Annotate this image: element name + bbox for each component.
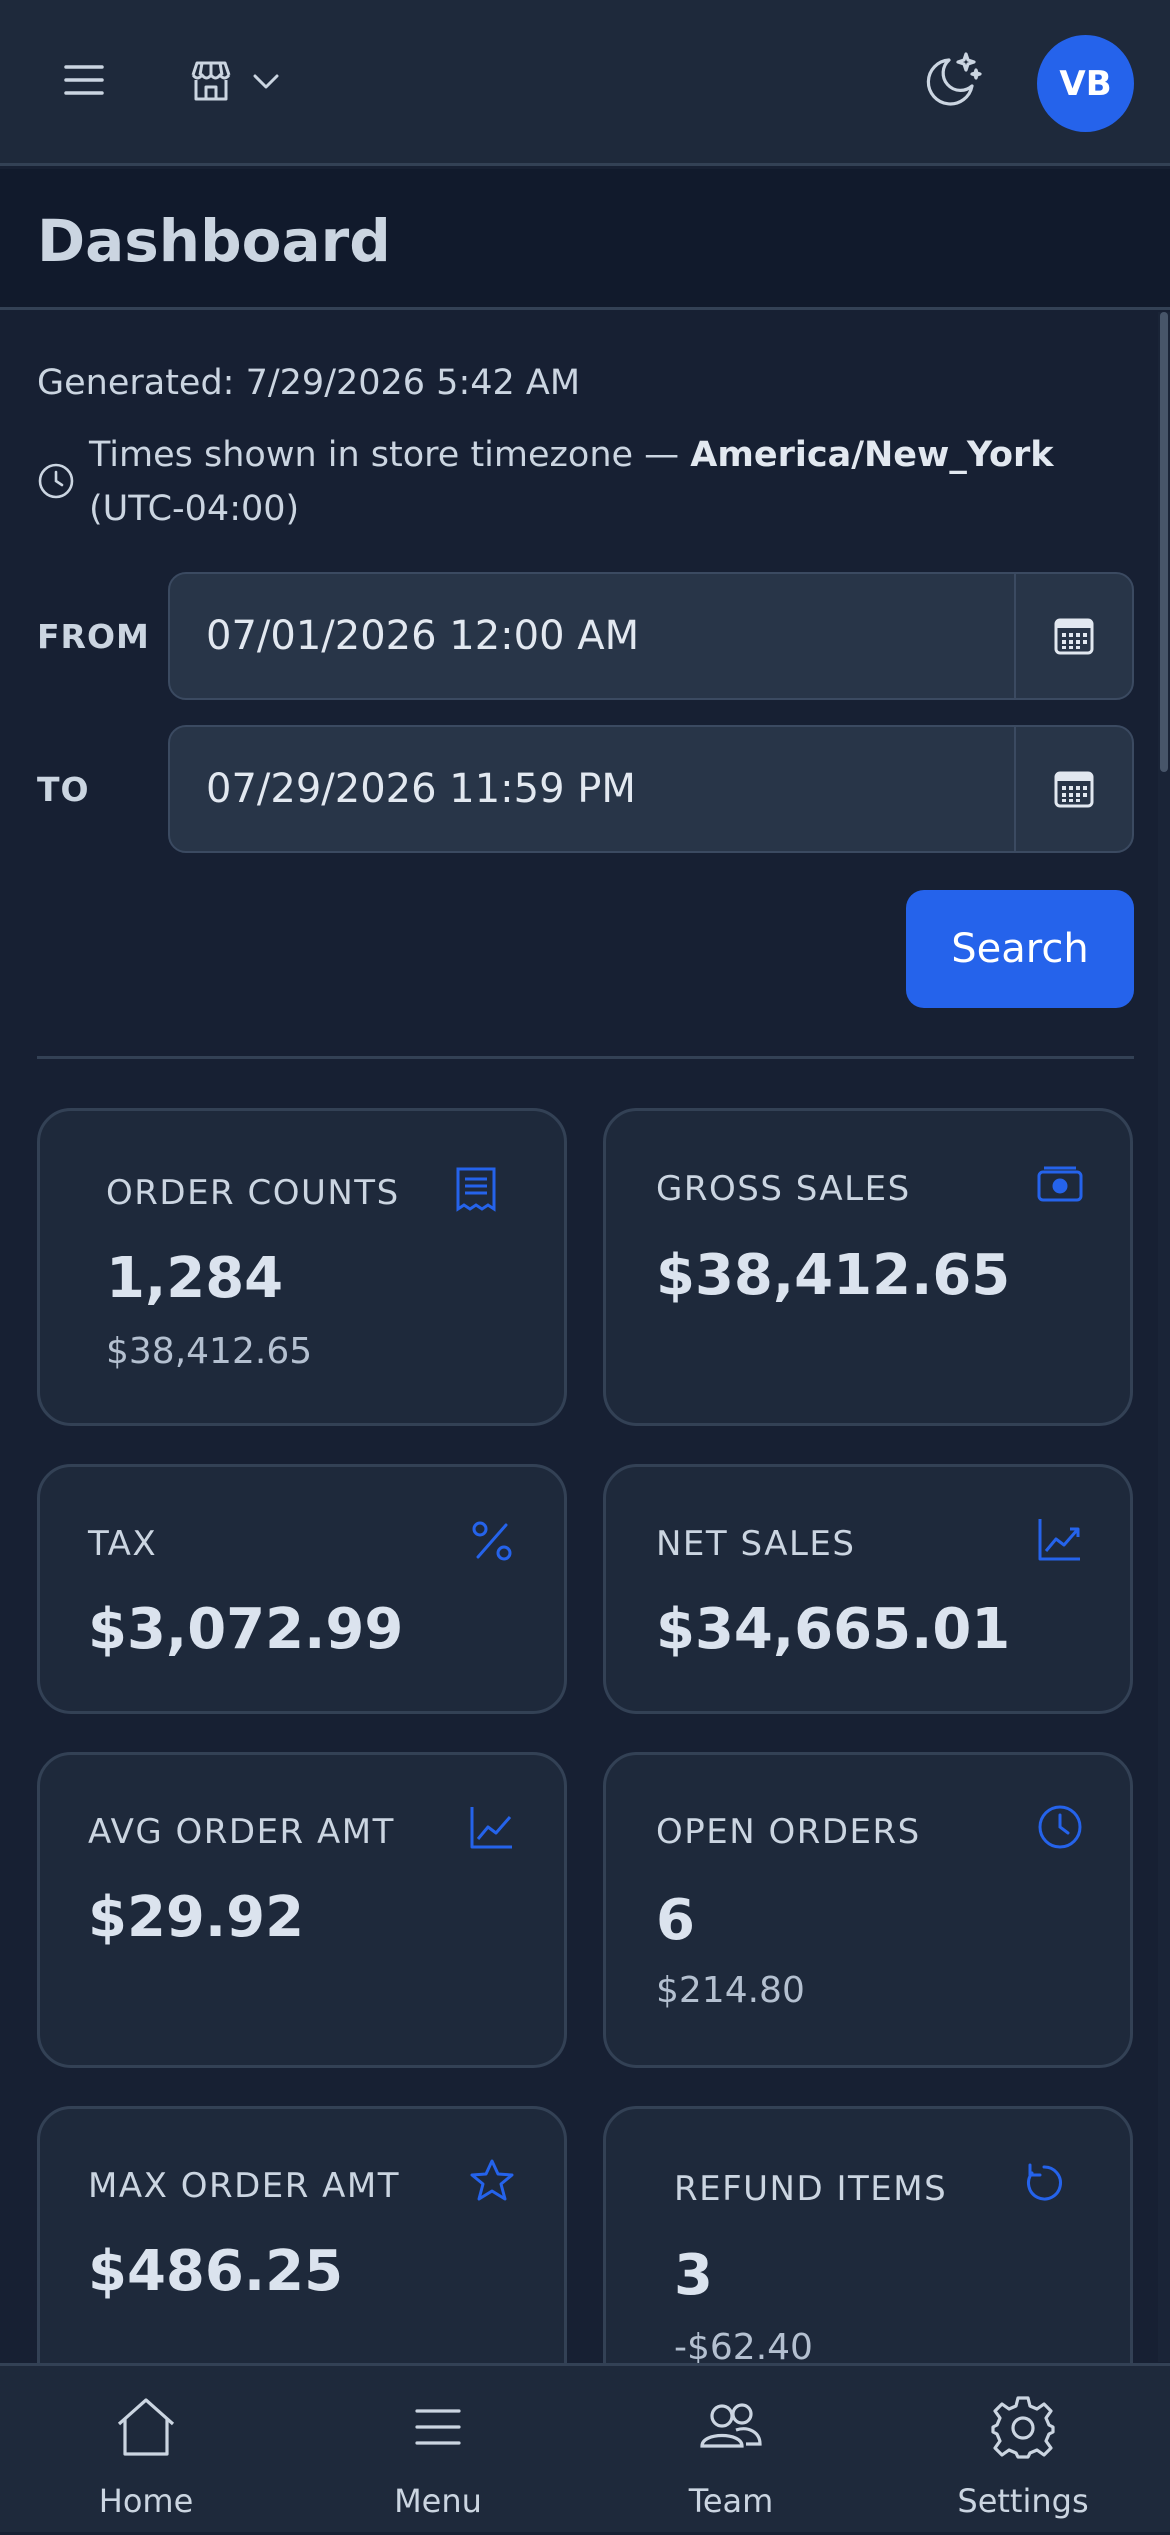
moon-stars-icon[interactable] [922, 48, 984, 110]
card-order-counts[interactable]: ORDER COUNTS 1,284 $38,412.65 [37, 1108, 567, 1426]
card-label: TAX [88, 1524, 158, 1564]
card-label: NET SALES [656, 1524, 856, 1564]
card-net-sales[interactable]: NET SALES $34,665.01 [603, 1464, 1133, 1714]
calendar-icon [1053, 768, 1095, 810]
from-label: FROM [37, 617, 150, 656]
nav-label: Home [98, 2482, 194, 2520]
card-label: OPEN ORDERS [656, 1812, 921, 1852]
nav-label: Settings [957, 2482, 1089, 2520]
percent-icon [468, 1517, 516, 1565]
nav-item-team[interactable]: Team [585, 2366, 877, 2535]
card-label: ORDER COUNTS [106, 1173, 400, 1213]
card-avg-order-amt[interactable]: AVG ORDER AMT $29.92 [37, 1752, 567, 2068]
avatar[interactable]: VB [1037, 35, 1134, 132]
clock-icon [1036, 1803, 1084, 1851]
store-icon [188, 58, 234, 104]
card-value: $29.92 [88, 1885, 305, 1950]
card-label: REFUND ITEMS [674, 2169, 948, 2209]
clock-icon [37, 462, 75, 500]
card-label: MAX ORDER AMT [88, 2166, 401, 2206]
home-icon [113, 2394, 179, 2460]
menu-icon [405, 2394, 471, 2460]
card-value: 6 [656, 1888, 695, 1953]
star-icon [468, 2157, 516, 2205]
nav-item-settings[interactable]: Settings [877, 2366, 1169, 2535]
scrollbar-thumb[interactable] [1160, 312, 1168, 772]
nav-label: Team [688, 2482, 774, 2520]
from-calendar-button[interactable] [1014, 574, 1132, 698]
generated-timestamp: Generated: 7/29/2026 5:42 AM [37, 363, 581, 403]
card-gross-sales[interactable]: GROSS SALES $38,412.65 [603, 1108, 1133, 1426]
to-label: TO [37, 770, 90, 809]
divider [37, 1056, 1134, 1059]
card-subvalue: -$62.40 [674, 2327, 813, 2368]
chevron-down-icon [250, 65, 282, 97]
store-selector[interactable] [188, 56, 298, 106]
card-value: 1,284 [106, 1246, 284, 1311]
card-value: $3,072.99 [88, 1597, 404, 1662]
card-label: GROSS SALES [656, 1169, 911, 1209]
calendar-icon [1053, 615, 1095, 657]
settings-icon [990, 2394, 1056, 2460]
nav-item-menu[interactable]: Menu [292, 2366, 584, 2535]
card-value: $38,412.65 [656, 1243, 1011, 1308]
bottom-navigation: Home Menu Team Settings [0, 2363, 1170, 2532]
page-header: Dashboard [0, 169, 1170, 310]
card-value: $34,665.01 [656, 1597, 1011, 1662]
to-calendar-button[interactable] [1014, 727, 1132, 851]
card-tax[interactable]: TAX $3,072.99 [37, 1464, 567, 1714]
timezone-prefix: Times shown in store timezone — [89, 435, 691, 475]
top-app-bar: VB [0, 0, 1170, 166]
hamburger-icon[interactable] [62, 58, 106, 102]
search-button[interactable]: Search [906, 890, 1134, 1008]
cash-icon [1036, 1161, 1084, 1209]
timezone-name: America/New_York [690, 435, 1054, 475]
to-date-input[interactable] [170, 727, 1014, 851]
timezone-note: Times shown in store timezone — America/… [37, 428, 1117, 536]
card-value: 3 [674, 2243, 713, 2308]
card-open-orders[interactable]: OPEN ORDERS 6 $214.80 [603, 1752, 1133, 2068]
page-title: Dashboard [37, 207, 391, 275]
from-date-input[interactable] [170, 574, 1014, 698]
trending-up-icon [1036, 1515, 1084, 1563]
timezone-offset: (UTC-04:00) [89, 489, 300, 529]
receipt-icon [452, 1165, 500, 1213]
card-subvalue: $214.80 [656, 1970, 805, 2011]
card-label: AVG ORDER AMT [88, 1812, 395, 1852]
refresh-icon [1020, 2159, 1068, 2207]
line-chart-icon [468, 1803, 516, 1851]
team-icon [698, 2394, 764, 2460]
from-date-field[interactable] [168, 572, 1134, 700]
to-date-field[interactable] [168, 725, 1134, 853]
card-value: $486.25 [88, 2239, 344, 2304]
nav-label: Menu [394, 2482, 482, 2520]
nav-item-home[interactable]: Home [0, 2366, 292, 2535]
card-subvalue: $38,412.65 [106, 1331, 313, 1372]
